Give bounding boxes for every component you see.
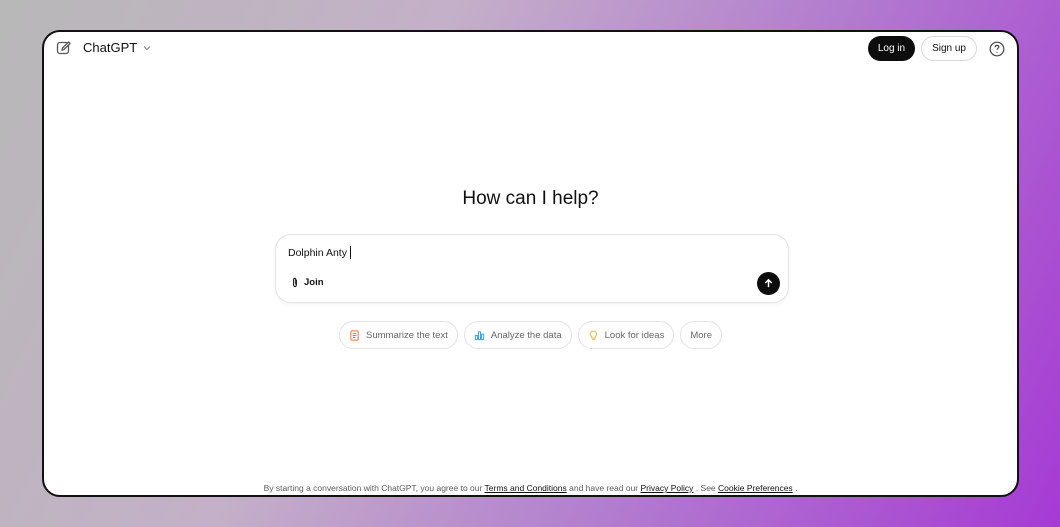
page-title: How can I help? bbox=[462, 188, 599, 209]
cookie-preferences-link[interactable]: Cookie Preferences bbox=[718, 483, 793, 493]
login-button[interactable]: Log in bbox=[867, 36, 916, 61]
attach-label: Join bbox=[304, 277, 324, 288]
attach-button[interactable]: Join bbox=[290, 277, 324, 288]
terms-link[interactable]: Terms and Conditions bbox=[485, 483, 567, 493]
chip-label: Look for ideas bbox=[604, 329, 665, 341]
footer-see: . See bbox=[695, 483, 716, 493]
prompt-input[interactable] bbox=[288, 247, 728, 259]
suggestion-chips: Summarize the text Analyze the data Look… bbox=[44, 321, 1017, 349]
send-button[interactable] bbox=[757, 272, 780, 295]
arrow-up-icon bbox=[764, 278, 773, 288]
lightbulb-icon bbox=[589, 330, 597, 340]
footer-middle: and have read our bbox=[569, 483, 639, 493]
suggestion-more[interactable]: More bbox=[680, 321, 722, 349]
chevron-down-icon bbox=[143, 45, 151, 50]
document-icon bbox=[350, 329, 359, 341]
footer-suffix: . bbox=[795, 483, 798, 493]
chip-label: Summarize the text bbox=[366, 329, 448, 341]
paperclip-icon bbox=[293, 277, 297, 288]
top-bar: ChatGPT Log in Sign up bbox=[44, 32, 1017, 66]
auth-actions: Log in Sign up bbox=[867, 36, 1005, 61]
text-caret bbox=[350, 246, 351, 259]
suggestion-analyze[interactable]: Analyze the data bbox=[463, 321, 572, 349]
new-chat-icon[interactable] bbox=[56, 40, 72, 56]
privacy-link[interactable]: Privacy Policy bbox=[641, 483, 694, 493]
suggestion-summarize[interactable]: Summarize the text bbox=[339, 321, 458, 349]
model-label: ChatGPT bbox=[83, 40, 138, 55]
model-selector[interactable]: ChatGPT bbox=[83, 40, 152, 55]
chip-label: More bbox=[690, 329, 712, 341]
chip-label: Analyze the data bbox=[490, 329, 562, 341]
legal-footer: By starting a conversation with ChatGPT,… bbox=[44, 483, 1017, 493]
app-window: ChatGPT Log in Sign up How can I help? J… bbox=[42, 30, 1019, 497]
suggestion-ideas[interactable]: Look for ideas bbox=[577, 321, 675, 349]
signup-button[interactable]: Sign up bbox=[921, 36, 977, 61]
bar-chart-icon bbox=[474, 330, 484, 340]
composer: Join bbox=[275, 234, 789, 303]
help-icon[interactable] bbox=[989, 41, 1005, 57]
footer-prefix: By starting a conversation with ChatGPT,… bbox=[263, 483, 483, 493]
